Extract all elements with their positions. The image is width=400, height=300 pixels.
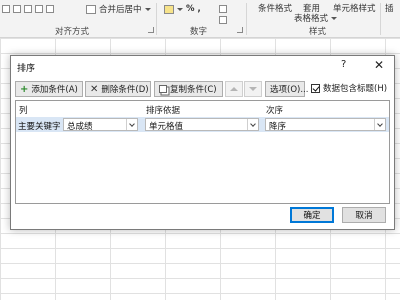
decrease-decimal-icon[interactable] — [219, 16, 227, 24]
chevron-down-icon — [331, 16, 338, 20]
sort-dialog: 排序 ? ✕ + 添加条件(A) ✕ 删除条件(D) 复制条件(C) 选项(O)… — [10, 55, 395, 230]
chevron-down-icon[interactable] — [177, 7, 183, 11]
cell-styles-button[interactable]: 单元格样式 — [333, 2, 376, 14]
checkbox-checked-icon — [311, 83, 320, 93]
sort-column-select[interactable]: 总成绩 — [63, 118, 138, 132]
chevron-down-icon — [374, 119, 385, 130]
sort-level-row[interactable]: 主要关键字 总成绩 单元格值 降序 — [16, 117, 389, 132]
delete-icon: ✕ — [90, 83, 99, 95]
increase-decimal-icon[interactable] — [219, 5, 227, 13]
arrow-up-icon — [230, 87, 238, 91]
move-up-button[interactable] — [225, 81, 243, 97]
merge-center-button[interactable]: 合并后居中 — [86, 3, 151, 15]
copy-level-button[interactable]: 复制条件(C) — [154, 81, 223, 97]
number-format-row: % , — [164, 3, 201, 15]
alignment-top-row — [2, 3, 54, 15]
decrease-indent-icon[interactable] — [35, 5, 43, 13]
arrow-down-icon — [249, 87, 257, 91]
has-headers-checkbox[interactable]: 数据包含标题(H) — [311, 82, 387, 94]
number-dialog-launcher-icon[interactable] — [237, 27, 243, 33]
number-group-label: 数字 — [190, 27, 208, 37]
align-right-icon[interactable] — [24, 5, 32, 13]
sort-levels-grid: 列 排序依据 次序 主要关键字 总成绩 单元格值 降序 — [15, 100, 390, 204]
ok-button[interactable]: 确定 — [290, 207, 334, 223]
align-center-icon[interactable] — [13, 5, 21, 13]
chevron-down-icon — [144, 7, 151, 11]
decimal-row-2 — [219, 14, 227, 26]
ribbon-divider — [380, 3, 381, 35]
style-group-label: 样式 — [309, 27, 327, 37]
ribbon: 合并后居中 对齐方式 % , 数字 条件格式 套用 表格格式 单元格样式 样式 … — [0, 0, 400, 38]
ribbon-divider — [156, 3, 157, 35]
alignment-group-label: 对齐方式 — [55, 27, 90, 37]
dialog-title: 排序 — [17, 64, 36, 74]
chevron-down-icon — [126, 119, 137, 130]
delete-level-button[interactable]: ✕ 删除条件(D) — [85, 81, 151, 97]
percent-style-button[interactable]: % — [186, 4, 195, 14]
format-as-table-label: 表格格式 — [294, 12, 338, 24]
column-header-column: 列 — [19, 106, 28, 116]
sort-on-select[interactable]: 单元格值 — [145, 118, 259, 132]
alignment-dialog-launcher-icon[interactable] — [148, 27, 154, 33]
ribbon-divider — [246, 3, 247, 35]
options-button[interactable]: 选项(O)... — [265, 81, 308, 97]
close-button[interactable]: ✕ — [374, 58, 384, 72]
help-button[interactable]: ? — [341, 59, 346, 70]
primary-key-label: 主要关键字 — [18, 122, 61, 132]
insert-button[interactable]: 插 — [385, 2, 394, 14]
comma-style-button[interactable]: , — [198, 4, 201, 14]
increase-indent-icon[interactable] — [46, 5, 54, 13]
sort-order-select[interactable]: 降序 — [265, 118, 386, 132]
conditional-format-button[interactable]: 条件格式 — [258, 2, 292, 14]
align-left-icon[interactable] — [2, 5, 10, 13]
move-down-button[interactable] — [244, 81, 262, 97]
accounting-format-icon[interactable] — [164, 4, 174, 14]
copy-icon — [159, 85, 167, 93]
chevron-down-icon — [247, 119, 258, 130]
add-level-button[interactable]: + 添加条件(A) — [15, 81, 83, 97]
column-header-sort-on: 排序依据 — [146, 106, 181, 116]
merge-cells-icon — [86, 4, 96, 14]
cancel-button[interactable]: 取消 — [342, 207, 386, 223]
add-icon: + — [20, 83, 29, 95]
column-header-order: 次序 — [266, 106, 284, 116]
